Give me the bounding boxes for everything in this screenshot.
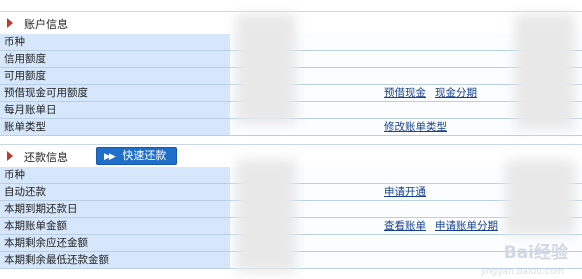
fast-forward-icon: ▶▶ (104, 152, 116, 162)
row-label-currency: 币种 (0, 34, 230, 50)
row-label-statement-day: 每月账单日 (0, 102, 230, 118)
row-label-available-limit: 可用额度 (0, 68, 230, 84)
view-bill-link[interactable]: 查看账单 (384, 219, 426, 233)
row-label-remaining-amount: 本期剩余应还金额 (0, 235, 230, 251)
row-label-due-date: 本期到期还款日 (0, 201, 230, 217)
redacted-values-blur (505, 160, 575, 235)
row-label-bill-amount: 本期账单金额 (0, 218, 230, 234)
row-label-credit-limit: 信用额度 (0, 51, 230, 67)
cash-installment-link[interactable]: 现金分期 (435, 86, 477, 100)
bank-account-panel: 账户信息 币种 信用额度 可用额度 预借现金可用额度 预借现金 现金分期 每月账… (0, 0, 582, 279)
row-label-bill-type: 账单类型 (0, 119, 230, 135)
row-label-currency: 币种 (0, 167, 230, 183)
triangle-right-icon (7, 18, 13, 28)
change-bill-type-link[interactable]: 修改账单类型 (384, 120, 447, 134)
cash-advance-link[interactable]: 预借现金 (384, 86, 426, 100)
repayment-info-title: 还款信息 (24, 151, 68, 164)
redacted-values-blur (515, 14, 575, 129)
triangle-right-icon (7, 151, 13, 161)
apply-open-link[interactable]: 申请开通 (384, 185, 426, 199)
account-info-title: 账户信息 (24, 18, 68, 31)
row-label-min-remaining: 本期剩余最低还款金额 (0, 252, 230, 268)
watermark-logo: Bai经验 (503, 243, 568, 263)
row-label-auto-repay: 自动还款 (0, 184, 230, 200)
quick-repay-button[interactable]: ▶▶ 快速还款 (96, 147, 178, 165)
quick-repay-label: 快速还款 (122, 149, 167, 162)
row-label-cash-advance-limit: 预借现金可用额度 (0, 85, 230, 101)
apply-installment-link[interactable]: 申请账单分期 (435, 219, 498, 233)
watermark-url: jingyan.baidu.com (480, 267, 564, 277)
redacted-values-blur (236, 14, 296, 124)
redacted-values-blur (236, 160, 296, 272)
